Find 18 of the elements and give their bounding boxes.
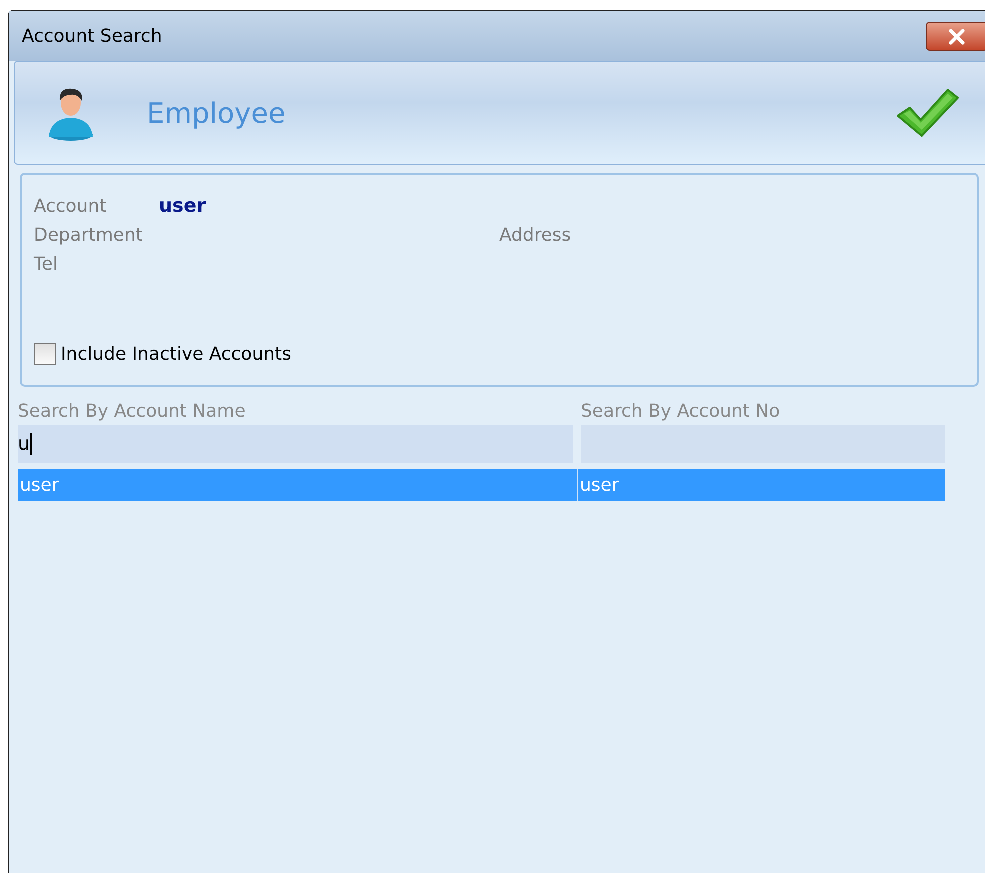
table-cell: user xyxy=(577,469,945,501)
window-title: Account Search xyxy=(22,26,162,46)
field-label: Search By Account No xyxy=(581,401,782,424)
checkbox-label[interactable]: Include Inactive Accounts xyxy=(61,344,292,364)
search-field[interactable]: u xyxy=(18,425,573,463)
field-label: Department xyxy=(34,225,144,246)
checkbox[interactable] xyxy=(34,343,56,365)
field-label: Account xyxy=(34,196,108,217)
field-label: Address xyxy=(500,225,572,246)
header-title: Employee xyxy=(147,96,286,130)
table-cell-text: user xyxy=(19,474,60,498)
close-icon xyxy=(946,28,968,44)
field-value: user xyxy=(159,195,206,217)
field-label: Search By Account Name xyxy=(18,401,247,424)
checkmark-icon xyxy=(896,86,960,140)
close-button[interactable] xyxy=(926,22,985,51)
confirm-button[interactable] xyxy=(896,86,960,140)
field-label: Tel xyxy=(34,254,60,275)
